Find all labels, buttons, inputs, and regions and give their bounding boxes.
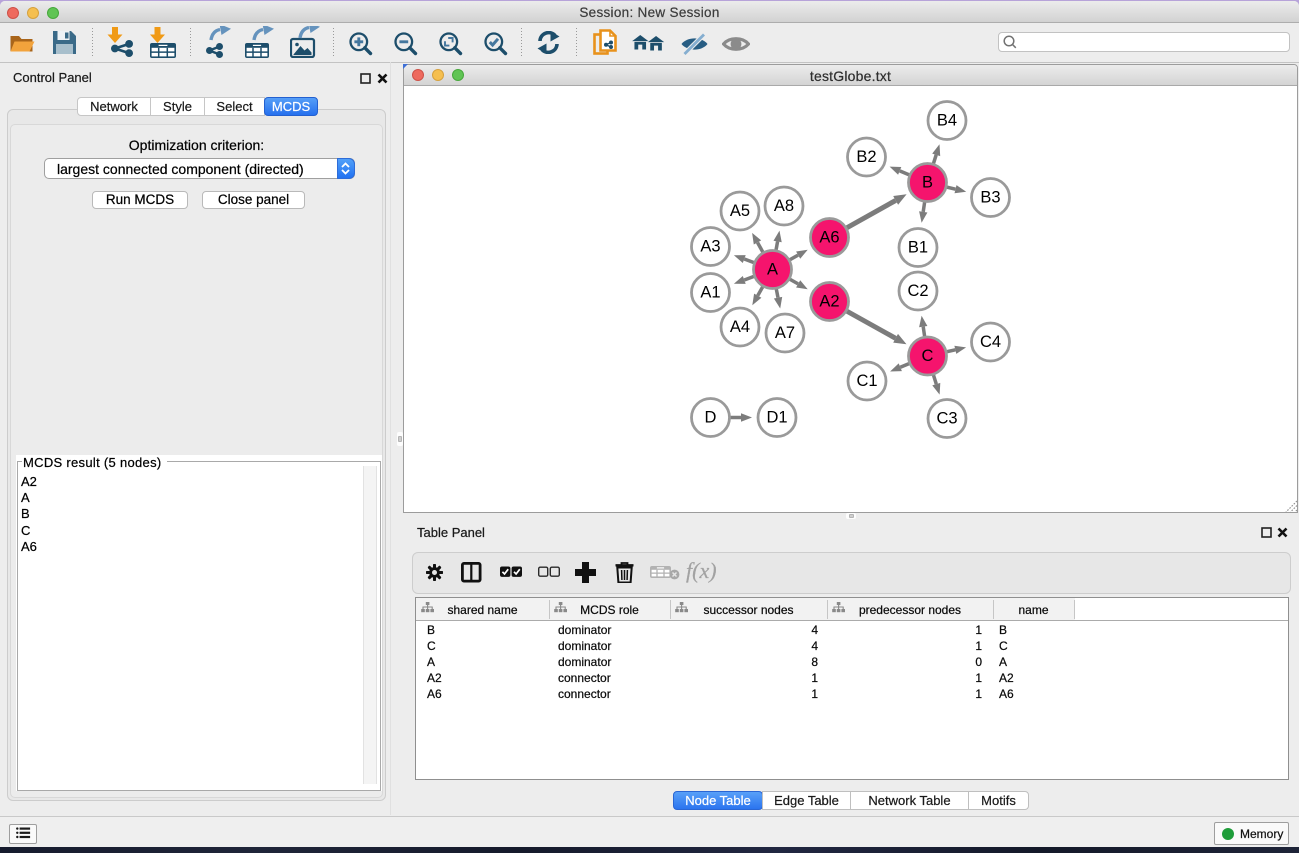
svg-text:A4: A4 [730,318,750,336]
svg-text:C1: C1 [856,372,877,390]
svg-text:A3: A3 [700,238,720,256]
svg-text:B: B [922,174,933,192]
svg-text:C3: C3 [936,410,957,428]
svg-text:A1: A1 [700,284,720,302]
svg-text:A: A [767,261,778,279]
svg-text:A5: A5 [730,202,750,220]
svg-text:B1: B1 [908,239,928,257]
svg-text:B4: B4 [937,112,957,130]
svg-text:C: C [922,347,934,365]
svg-text:B2: B2 [856,148,876,166]
svg-text:A6: A6 [819,229,839,247]
svg-text:D1: D1 [766,409,787,427]
svg-text:A8: A8 [774,197,794,215]
svg-text:C2: C2 [907,282,928,300]
svg-text:A7: A7 [775,324,795,342]
svg-text:C4: C4 [980,333,1001,351]
svg-text:A2: A2 [819,293,839,311]
svg-text:D: D [705,409,717,427]
svg-text:B3: B3 [980,189,1000,207]
